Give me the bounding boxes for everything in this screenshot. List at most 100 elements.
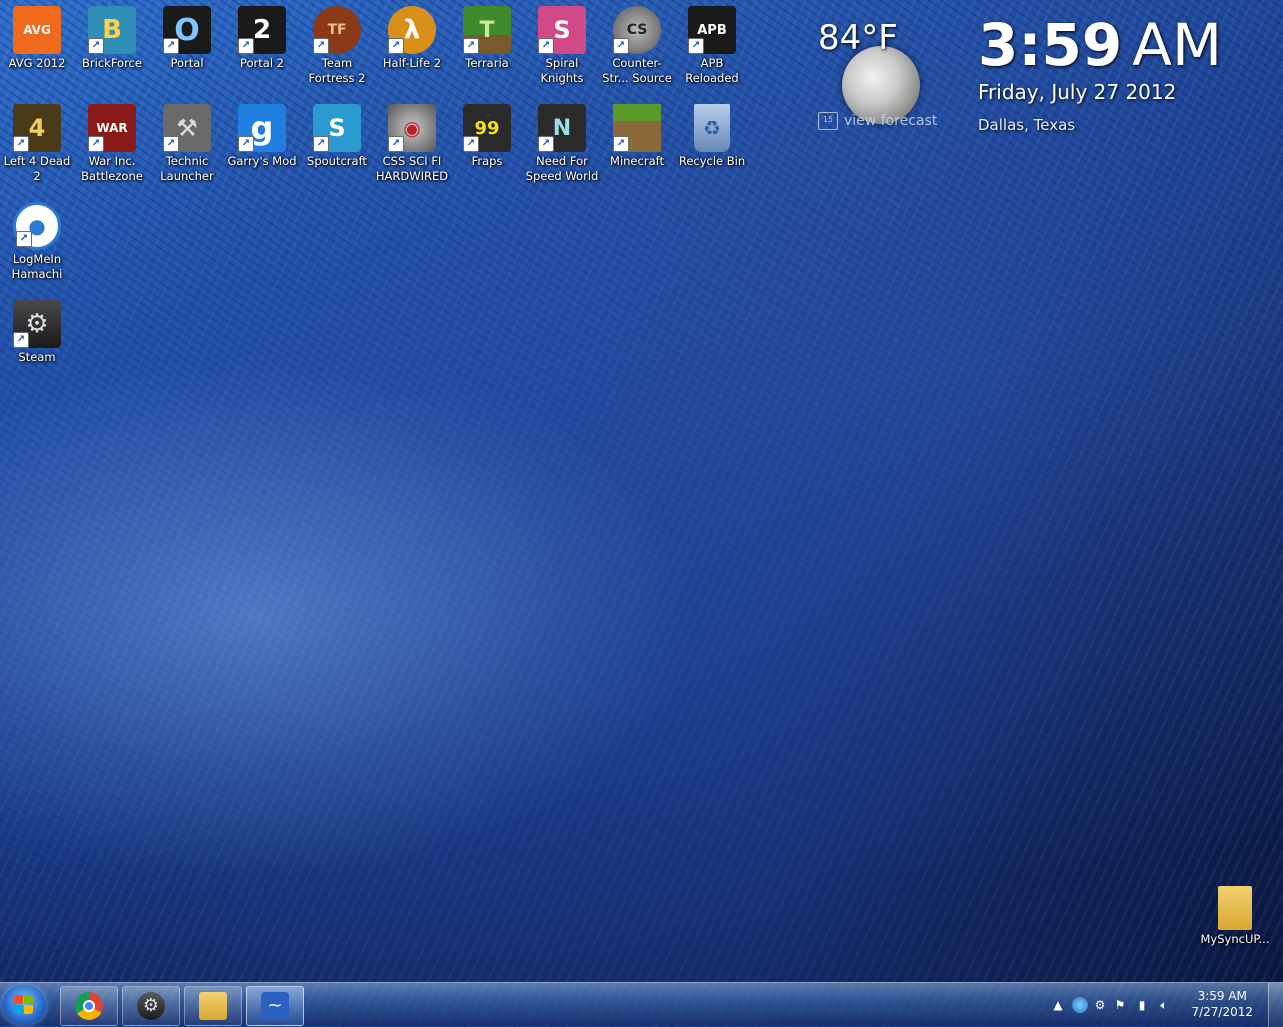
desktop-icon-label: Spoutcraft [307, 154, 367, 168]
shortcut-arrow-icon: ↗ [613, 136, 629, 152]
shortcut-arrow-icon: ↗ [538, 38, 554, 54]
desktop-icon-counter-strike-source[interactable]: CS ↗ Counter-Str... Source [600, 6, 674, 86]
shortcut-arrow-icon: ↗ [388, 38, 404, 54]
desktop-icon-label: AVG 2012 [8, 56, 66, 70]
nfs-icon: N ↗ [538, 104, 586, 152]
shortcut-arrow-icon: ↗ [163, 38, 179, 54]
taskbar-chrome-button[interactable] [60, 986, 118, 1026]
tf2-icon: TF ↗ [313, 6, 361, 54]
show-desktop-button[interactable] [1268, 983, 1283, 1027]
warinc-icon: WAR ↗ [88, 104, 136, 152]
clock-time-value: 3:59 [978, 11, 1123, 79]
desktop-icon-label: APB Reloaded [685, 56, 739, 85]
terraria-icon: T ↗ [463, 6, 511, 54]
shortcut-arrow-icon: ↗ [538, 136, 554, 152]
network-signal-icon[interactable]: ▮ [1134, 997, 1150, 1013]
spiral-knights-icon: S ↗ [538, 6, 586, 54]
desktop-icon-label: LogMeIn Hamachi [11, 252, 63, 281]
desktop-icon-tf2[interactable]: TF ↗ Team Fortress 2 [300, 6, 374, 86]
shortcut-arrow-icon: ↗ [88, 38, 104, 54]
shortcut-arrow-icon: ↗ [688, 38, 704, 54]
tray-clock[interactable]: 3:59 AM 7/27/2012 [1191, 988, 1253, 1020]
shortcut-arrow-icon: ↗ [238, 136, 254, 152]
chrome-icon [75, 992, 103, 1020]
minecraft-icon: ↗ [613, 104, 661, 152]
apb-icon: APB ↗ [688, 6, 736, 54]
steam-tray-icon[interactable]: ⚙ [1092, 997, 1108, 1013]
desktop-icon-logmein-hamachi[interactable]: ● ↗ LogMeIn Hamachi [0, 202, 74, 282]
desktop-icon-label: Technic Launcher [160, 154, 214, 183]
brickforce-icon: B ↗ [88, 6, 136, 54]
calendar-icon: 15 [818, 112, 838, 130]
desktop-icon-label: War Inc. Battlezone [81, 154, 143, 183]
desktop-icon-technic-launcher[interactable]: ⚒ ↗ Technic Launcher [150, 104, 224, 184]
desktop-icon-css-sci-fi[interactable]: ◉ ↗ CSS SCI FI HARDWIRED [375, 104, 449, 184]
shortcut-arrow-icon: ↗ [313, 38, 329, 54]
tray-date: 7/27/2012 [1191, 1005, 1253, 1019]
start-button[interactable] [2, 985, 46, 1025]
shortcut-arrow-icon: ↗ [88, 136, 104, 152]
l4d2-icon: 4 ↗ [13, 104, 61, 152]
shortcut-arrow-icon: ↗ [313, 136, 329, 152]
desktop-icon-label: Terraria [465, 56, 509, 70]
portal-icon: O ↗ [163, 6, 211, 54]
taskbar-explorer-button[interactable] [184, 986, 242, 1026]
fraps-icon: 99 ↗ [463, 104, 511, 152]
desktop-icon-minecraft[interactable]: ↗ Minecraft [600, 104, 674, 169]
clock-date: Friday, July 27 2012 [978, 80, 1177, 104]
desktop-icon-label: Garry's Mod [227, 154, 297, 168]
desktop-icon-spoutcraft[interactable]: S ↗ Spoutcraft [300, 104, 374, 169]
spoutcraft-icon: S ↗ [313, 104, 361, 152]
desktop-icon-label: MySyncUP... [1200, 932, 1270, 946]
desktop-icon-label: Half-Life 2 [382, 56, 442, 70]
clock-gadget[interactable]: 3:59 AM Friday, July 27 2012 Dallas, Texa… [978, 10, 1222, 134]
desktop-icon-garrys-mod[interactable]: g ↗ Garry's Mod [225, 104, 299, 169]
desktop-icon-need-for-speed-world[interactable]: N ↗ Need For Speed World [525, 104, 599, 184]
weather-temperature: 84°F [818, 18, 898, 58]
css-icon: CS ↗ [613, 6, 661, 54]
tray-time: 3:59 AM [1197, 989, 1247, 1003]
taskbar-steam-button[interactable]: ⚙ [122, 986, 180, 1026]
desktop-icon-label: Fraps [471, 154, 503, 168]
desktop-icon-spiral-knights[interactable]: S ↗ Spiral Knights [525, 6, 599, 86]
taskbar-messenger-button[interactable]: ~ [246, 986, 304, 1026]
desktop-icon-label: Left 4 Dead 2 [3, 154, 71, 183]
desktop-icon-terraria[interactable]: T ↗ Terraria [450, 6, 524, 71]
folder-icon [1218, 886, 1252, 930]
volume-icon[interactable]: 🔈︎ [1156, 997, 1172, 1013]
desktop-icon-recycle-bin[interactable]: ♻ Recycle Bin [675, 104, 749, 169]
desktop-icon-mysyncup[interactable]: MySyncUP... [1198, 886, 1272, 947]
steam-icon: ⚙ ↗ [13, 300, 61, 348]
desktop-icon-label: Portal 2 [239, 56, 284, 70]
folder-icon [199, 992, 227, 1020]
desktop-icon-label: Recycle Bin [678, 154, 746, 168]
show-hidden-icons-button[interactable]: ▲ [1050, 997, 1066, 1013]
windows-logo-icon [14, 995, 34, 1015]
view-forecast-link[interactable]: 15 view forecast [818, 110, 948, 132]
halflife2-icon: λ ↗ [388, 6, 436, 54]
desktop-icon-halflife2[interactable]: λ ↗ Half-Life 2 [375, 6, 449, 71]
desktop-icon-label: BrickForce [82, 56, 142, 70]
flag-icon[interactable]: ⚑ [1112, 997, 1128, 1013]
desktop-icon-avg[interactable]: AVG AVG 2012 [0, 6, 74, 71]
desktop-icon-portal2[interactable]: 2 ↗ Portal 2 [225, 6, 299, 71]
desktop-icon-apb-reloaded[interactable]: APB ↗ APB Reloaded [675, 6, 749, 86]
weather-gadget[interactable]: 84°F 15 view forecast [812, 18, 952, 138]
shortcut-arrow-icon: ↗ [388, 136, 404, 152]
shortcut-arrow-icon: ↗ [163, 136, 179, 152]
network-globe-icon[interactable] [1072, 997, 1088, 1013]
desktop-icon-label: Team Fortress 2 [308, 56, 366, 85]
view-forecast-label: view forecast [844, 113, 938, 129]
desktop-icon-label: Minecraft [610, 154, 664, 168]
desktop-icon-steam[interactable]: ⚙ ↗ Steam [0, 300, 74, 365]
desktop-icon-label: Spiral Knights [540, 56, 584, 85]
shortcut-arrow-icon: ↗ [463, 136, 479, 152]
desktop-icon-brickforce[interactable]: B ↗ BrickForce [75, 6, 149, 71]
desktop-icon-fraps[interactable]: 99 ↗ Fraps [450, 104, 524, 169]
shortcut-arrow-icon: ↗ [238, 38, 254, 54]
desktop-icon-war-inc[interactable]: WAR ↗ War Inc. Battlezone [75, 104, 149, 184]
clock-city: Dallas, Texas [978, 116, 1076, 134]
desktop-icon-left4dead2[interactable]: 4 ↗ Left 4 Dead 2 [0, 104, 74, 184]
desktop-icon-portal[interactable]: O ↗ Portal [150, 6, 224, 71]
shortcut-arrow-icon: ↗ [13, 136, 29, 152]
